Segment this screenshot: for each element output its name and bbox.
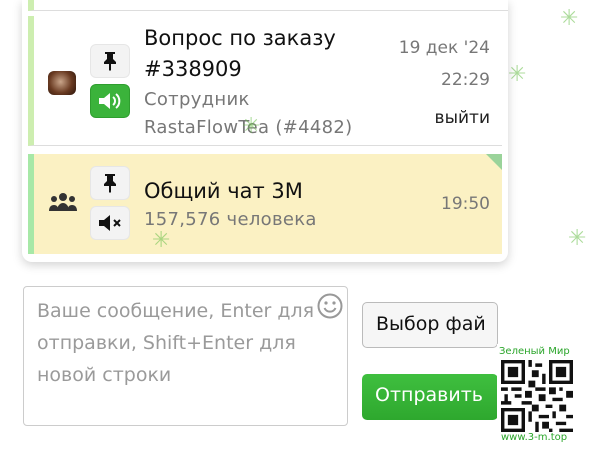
speaker-muted-icon	[99, 215, 121, 231]
chat-title-line1: Вопрос по заказу	[144, 26, 336, 50]
send-button[interactable]: Отправить	[362, 374, 498, 420]
chat-title: Общий чат 3М	[144, 179, 303, 203]
chat-list-panel: Вопрос по заказу #338909 Сотрудник Rasta…	[22, 0, 508, 262]
speaker-on-icon	[99, 93, 121, 109]
pin-icon	[104, 174, 116, 193]
leaf-decoration-icon: ✳	[152, 228, 171, 253]
leaf-decoration-icon: ✳	[568, 226, 587, 251]
qr-code-icon	[501, 360, 573, 432]
sound-toggle-button[interactable]	[90, 206, 130, 240]
watermark-qr: Зеленый Мир www.3-m.top	[497, 344, 577, 448]
sound-toggle-button[interactable]	[90, 84, 130, 118]
chat-time: 19:50	[441, 194, 490, 214]
chat-row-order-question[interactable]: Вопрос по заказу #338909 Сотрудник Rasta…	[28, 16, 502, 146]
choose-file-button[interactable]: Выбор фай	[362, 302, 498, 348]
chat-time: 22:29	[441, 70, 490, 90]
unread-corner-marker	[486, 154, 502, 170]
chat-subtitle-line1: Сотрудник	[144, 89, 250, 110]
pin-icon	[104, 52, 116, 71]
avatar	[48, 71, 76, 95]
chat-date: 19 дек '24	[398, 38, 490, 58]
watermark-brand-text: Зеленый Мир	[499, 346, 570, 357]
chat-row-general[interactable]: Общий чат 3М 157,576 человека 19:50	[28, 154, 502, 254]
pin-button[interactable]	[90, 166, 130, 200]
previous-chat-row-edge	[28, 0, 508, 11]
smiley-icon[interactable]	[317, 293, 343, 319]
message-placeholder: Ваше сообщение, Enter для отправки, Shif…	[37, 300, 315, 386]
group-icon	[48, 190, 78, 220]
leaf-decoration-icon: ✳	[560, 6, 579, 31]
leave-chat-link[interactable]: выйти	[435, 108, 490, 128]
watermark-url-text: www.3-m.top	[501, 432, 568, 443]
leaf-decoration-icon: ✳	[242, 114, 261, 139]
leaf-decoration-icon: ✳	[508, 62, 527, 87]
message-input[interactable]: Ваше сообщение, Enter для отправки, Shif…	[23, 286, 348, 426]
pin-button[interactable]	[90, 44, 130, 78]
chat-title-line2: #338909	[144, 57, 242, 81]
